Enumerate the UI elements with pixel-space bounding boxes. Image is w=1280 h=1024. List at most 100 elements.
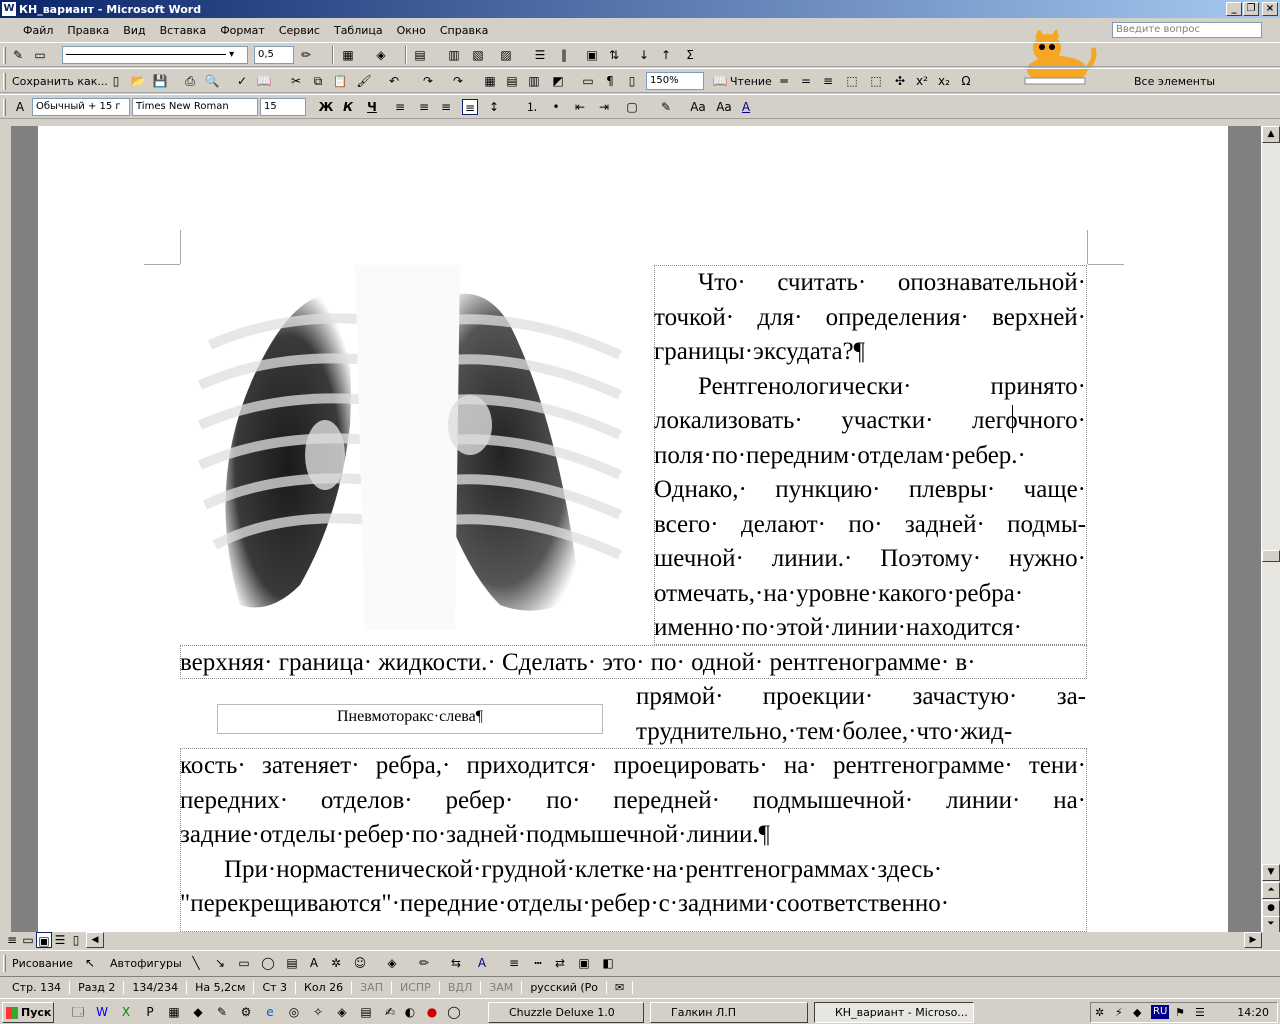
quicklaunch-app8-icon[interactable]: ◐ <box>402 1004 418 1020</box>
align-right-icon[interactable]: ≡ <box>438 99 454 115</box>
styles-icon[interactable]: A <box>12 99 28 115</box>
scroll-up-button[interactable]: ▲ <box>1262 126 1280 143</box>
menu-format[interactable]: Формат <box>213 24 272 37</box>
save-icon[interactable]: 💾 <box>152 73 168 89</box>
close-button[interactable]: × <box>1262 2 1278 16</box>
dash-style-icon[interactable]: ┅ <box>530 955 546 971</box>
underline-button[interactable]: Ч <box>364 99 380 115</box>
quicklaunch-app4-icon[interactable]: ◎ <box>286 1004 302 1020</box>
next-page-button[interactable]: ⏷ <box>1262 916 1280 933</box>
clipart-icon[interactable]: ☺ <box>352 955 368 971</box>
insert-columns-icon[interactable]: ▥ <box>526 73 542 89</box>
spelling-icon[interactable]: ✓ <box>234 73 250 89</box>
format-painter-icon[interactable]: 🖌 <box>356 73 372 89</box>
font-color2-icon[interactable]: A <box>474 955 490 971</box>
distribute-cols-icon[interactable]: ‖ <box>556 47 572 63</box>
arrow-style-icon[interactable]: ⇄ <box>552 955 568 971</box>
horizontal-scrollbar[interactable]: ≡ ▭ ▣ ☰ ▯ ◀ ▶ <box>0 932 1280 949</box>
zoom-select[interactable]: 150% <box>646 72 704 90</box>
merge-cells-icon[interactable]: ▥ <box>446 47 462 63</box>
line-style-icon[interactable]: ≡ <box>506 955 522 971</box>
menu-insert[interactable]: Вставка <box>153 24 214 37</box>
save-as-button[interactable]: Сохранить как... <box>12 75 108 88</box>
document-map-icon[interactable]: ▭ <box>580 73 596 89</box>
browse-object-button[interactable]: ● <box>1262 900 1280 917</box>
3d-icon[interactable]: ◧ <box>600 955 616 971</box>
quicklaunch-app6-icon[interactable]: ◈ <box>334 1004 350 1020</box>
bullets-icon[interactable]: • <box>548 99 564 115</box>
text-direction-icon[interactable]: ⇅ <box>606 47 622 63</box>
shading-color-icon[interactable]: ◈ <box>373 47 389 63</box>
spelling-status-icon[interactable]: ✉ <box>607 981 634 994</box>
print-view-icon[interactable]: ▣ <box>36 932 52 948</box>
align-cell-icon[interactable]: ▨ <box>498 47 514 63</box>
quicklaunch-app1-icon[interactable]: ◆ <box>190 1004 206 1020</box>
style-select[interactable]: Обычный + 15 г <box>32 98 130 116</box>
textbox-tool-icon[interactable]: ▤ <box>284 955 300 971</box>
triple-line-icon[interactable]: ≡ <box>820 73 836 89</box>
quicklaunch-app10-icon[interactable]: ◯ <box>446 1004 462 1020</box>
menu-view[interactable]: Вид <box>116 24 152 37</box>
fill-color-icon[interactable]: ◈ <box>384 955 400 971</box>
sort-desc-icon[interactable]: ↑ <box>658 47 674 63</box>
start-button[interactable]: Пуск <box>2 1002 54 1023</box>
border-color-icon[interactable]: ✏ <box>298 47 314 63</box>
task-word-document[interactable]: КН_вариант - Microsо... <box>814 1002 974 1023</box>
chest-xray-image[interactable] <box>180 265 635 630</box>
arrow-tool-icon[interactable]: ↘ <box>212 955 228 971</box>
menu-help[interactable]: Справка <box>433 24 495 37</box>
character-scale-icon[interactable]: Aa <box>690 99 706 115</box>
status-ext[interactable]: ВДЛ <box>440 981 482 994</box>
text-direction2-icon[interactable]: ⇆ <box>448 955 464 971</box>
redo-icon[interactable]: ↷ <box>420 73 436 89</box>
frame-icon[interactable]: ⬚ <box>844 73 860 89</box>
shadow-icon[interactable]: ▣ <box>576 955 592 971</box>
scroll-left-button[interactable]: ◀ <box>86 932 104 948</box>
paste-icon[interactable]: 📋 <box>332 73 348 89</box>
print-icon[interactable]: ⎙ <box>182 73 198 89</box>
autoformat-icon[interactable]: ▣ <box>584 47 600 63</box>
tray-icon-2[interactable]: ⚡ <box>1115 1003 1123 1022</box>
redo-alt-icon[interactable]: ↷ <box>450 73 466 89</box>
status-ovr[interactable]: ЗАМ <box>481 981 523 994</box>
char-spacing-icon[interactable]: Aa <box>716 99 732 115</box>
quicklaunch-excel-icon[interactable]: X <box>118 1004 134 1020</box>
quicklaunch-word-icon[interactable]: W <box>94 1004 110 1020</box>
italic-button[interactable]: К <box>340 99 356 115</box>
line-icon[interactable]: ═ <box>776 73 792 89</box>
status-rec[interactable]: ЗАП <box>352 981 392 994</box>
tray-icon-3[interactable]: ◆ <box>1133 1003 1141 1022</box>
line-style-select[interactable]: ▾ <box>62 46 248 64</box>
reading-view-icon[interactable]: ▯ <box>68 932 84 948</box>
outline-view-icon[interactable]: ☰ <box>52 932 68 948</box>
font-size-select[interactable]: 15 <box>260 98 306 116</box>
line-tool-icon[interactable]: ╲ <box>188 955 204 971</box>
quicklaunch-explorer-icon[interactable]: 🗔 <box>70 1004 86 1020</box>
numbering-icon[interactable]: ⒈ <box>524 99 540 115</box>
reading-icon[interactable]: 📖 <box>712 73 728 89</box>
quicklaunch-app3-icon[interactable]: ⚙ <box>238 1004 254 1020</box>
task-chuzzle[interactable]: Chuzzle Deluxe 1.0 <box>488 1002 644 1023</box>
open-folder-icon[interactable]: 📂 <box>130 73 146 89</box>
quicklaunch-publisher-icon[interactable]: P <box>142 1004 158 1020</box>
quicklaunch-app5-icon[interactable]: ✧ <box>310 1004 326 1020</box>
prev-page-button[interactable]: ⏶ <box>1262 882 1280 899</box>
line-width-select[interactable]: 0,5 <box>254 46 294 64</box>
menu-tools[interactable]: Сервис <box>272 24 327 37</box>
split-cells-icon[interactable]: ▧ <box>470 47 486 63</box>
rectangle-tool-icon[interactable]: ▭ <box>236 955 252 971</box>
distribute-rows-icon[interactable]: ☰ <box>532 47 548 63</box>
line-spacing-icon[interactable]: ↕ <box>486 99 502 115</box>
tray-icon-4[interactable]: ⚑ <box>1175 1003 1185 1022</box>
outside-border-icon[interactable]: ▢ <box>624 99 640 115</box>
text-block-bottom[interactable]: кость· затеняет· ребра,· приходится· про… <box>180 749 1086 932</box>
minimize-button[interactable]: _ <box>1226 2 1242 16</box>
increase-indent-icon[interactable]: ⇥ <box>596 99 612 115</box>
show-formatting-icon[interactable]: ¶ <box>602 73 618 89</box>
maximize-button[interactable]: ❐ <box>1243 2 1259 16</box>
superscript-icon[interactable]: x² <box>914 73 930 89</box>
borders-icon[interactable]: ▦ <box>340 47 356 63</box>
language-indicator[interactable]: RU <box>1151 1005 1170 1019</box>
autosum-icon[interactable]: Σ <box>682 47 698 63</box>
insert-table2-icon[interactable]: ▤ <box>504 73 520 89</box>
